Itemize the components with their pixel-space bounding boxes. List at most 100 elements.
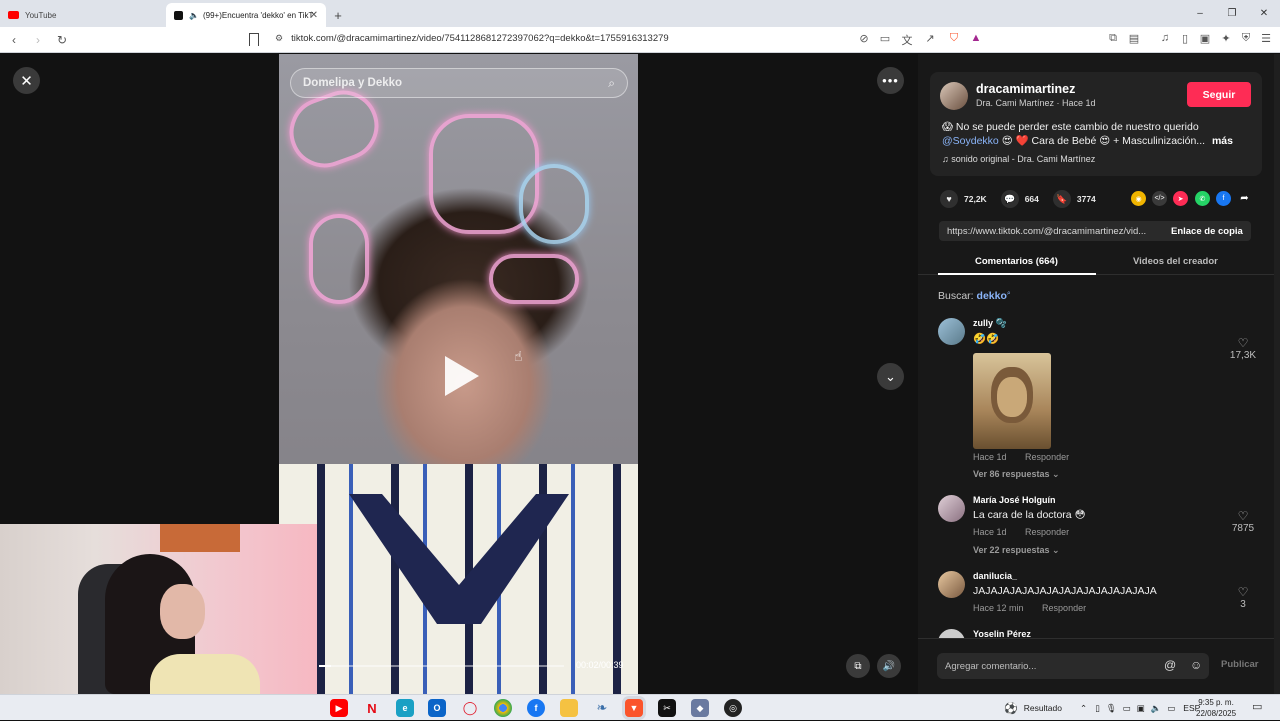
new-tab-button[interactable]: + [326, 3, 350, 27]
comment-like[interactable]: ♡ 7875 [1228, 509, 1258, 534]
video-player[interactable]: ⌕ ☝ [279, 54, 638, 694]
close-tab-icon[interactable]: ✕ [310, 10, 318, 21]
view-replies-button[interactable]: Ver 22 respuestas ⌄ [973, 545, 1060, 556]
comment-avatar[interactable] [938, 571, 965, 598]
sound-link[interactable]: ♫ sonido original - Dra. Cami Martínez [942, 154, 1095, 164]
no-translate-icon[interactable]: ⊘ [856, 32, 872, 45]
panel-scrollbar[interactable] [1274, 54, 1280, 694]
tab-youtube[interactable]: YouTube [0, 3, 166, 27]
menu-icon[interactable]: ☰ [1258, 32, 1274, 45]
follow-button[interactable]: Seguir [1187, 82, 1251, 107]
emoji-icon[interactable]: ☺ [1190, 658, 1202, 672]
back-icon[interactable]: ‹ [4, 33, 24, 47]
comment-like[interactable]: ♡ 17,3K [1228, 336, 1258, 361]
notifications-icon[interactable]: ▭ [1252, 700, 1262, 713]
netflix-app-icon[interactable]: N [363, 699, 381, 717]
obs-app-icon[interactable]: ◎ [724, 699, 742, 717]
battery-icon[interactable]: ▭ [1167, 703, 1175, 714]
file-explorer-app-icon[interactable] [560, 699, 578, 717]
restore-button[interactable]: ❐ [1216, 0, 1248, 27]
edge-app-icon[interactable]: e [396, 699, 414, 717]
embed-icon[interactable]: </> [1152, 191, 1167, 206]
comment-avatar[interactable] [938, 318, 965, 345]
network-icon[interactable]: ▣ [1137, 703, 1145, 714]
microphone-icon[interactable]: 🎙 [1106, 703, 1117, 714]
tab-comments[interactable]: Comentarios (664) [975, 256, 1058, 267]
comment-avatar[interactable] [938, 495, 965, 522]
caption-mention-link[interactable]: @Soydekko [942, 135, 999, 147]
vpn-icon[interactable]: ⛨ [1238, 32, 1254, 45]
youtube-app-icon[interactable]: ▶ [330, 699, 348, 717]
volume-button[interactable]: 🔊 [877, 654, 901, 678]
video-progress-bar[interactable] [319, 665, 564, 667]
facebook-icon[interactable]: f [1216, 191, 1231, 206]
video-search-bar[interactable]: ⌕ [290, 68, 628, 98]
reading-list-icon[interactable]: ▤ [1126, 32, 1142, 45]
music-icon[interactable]: ♫ [1157, 32, 1173, 44]
search-icon[interactable]: ⌕ [608, 76, 615, 91]
comment-like[interactable]: ♡ 3 [1228, 585, 1258, 610]
display-icon[interactable]: ▭ [1123, 703, 1131, 714]
leo-icon[interactable]: ✦ [1218, 32, 1234, 45]
opera-app-icon[interactable]: ◯ [461, 699, 479, 717]
comment-author[interactable]: danilucia_ [973, 571, 1017, 581]
outlook-app-icon[interactable]: O [428, 699, 446, 717]
whatsapp-icon[interactable]: ✆ [1195, 191, 1210, 206]
coin-share-icon[interactable]: ◉ [1131, 191, 1146, 206]
post-comment-button[interactable]: Publicar [1221, 659, 1259, 670]
like-action[interactable]: ♥ 72,2K [940, 190, 987, 208]
next-video-button[interactable]: ⌄ [877, 363, 904, 390]
brave-shield-icon[interactable]: ⛉ [946, 32, 962, 45]
video-search-input[interactable] [303, 77, 583, 89]
speaker-icon[interactable]: 🔈 [1151, 703, 1162, 714]
comment-author[interactable]: María José Holguín [973, 495, 1056, 505]
tab-tiktok[interactable]: 🔈 (99+)Encuentra 'dekko' en TikTok ✕ [166, 3, 326, 27]
clock[interactable]: 9:35 p. m. 22/08/2025 [1196, 697, 1236, 719]
translate-icon[interactable]: 文 [899, 32, 915, 48]
send-icon[interactable]: ➤ [1173, 191, 1188, 206]
share-icon[interactable]: ↗ [922, 32, 938, 45]
copy-link-button[interactable]: Enlace de copia [1171, 226, 1243, 237]
comment-author[interactable]: Yoselin Pérez [973, 629, 1031, 638]
sidebar-icon[interactable]: ▯ [1177, 32, 1193, 45]
site-settings-icon[interactable]: ⚙ [275, 33, 283, 44]
comment-author[interactable]: zully 🫧 [973, 318, 1007, 329]
play-icon[interactable] [445, 356, 479, 396]
caption-more-button[interactable]: más [1212, 135, 1233, 147]
more-options-button[interactable]: ••• [877, 67, 904, 94]
brave-rewards-icon[interactable]: ▲ [968, 32, 984, 44]
brave-app-icon[interactable]: ▼ [625, 699, 643, 717]
reply-button[interactable]: Responder [1042, 603, 1086, 613]
close-video-button[interactable]: ✕ [13, 67, 40, 94]
comment-image[interactable] [973, 353, 1051, 449]
chrome-app-icon[interactable] [494, 699, 512, 717]
creator-username[interactable]: dracamimartinez [976, 82, 1075, 96]
chevron-up-icon[interactable]: ⌃ [1080, 703, 1087, 714]
game-app-icon[interactable]: ◆ [691, 699, 709, 717]
capcut-app-icon[interactable]: ✂ [658, 699, 676, 717]
reload-icon[interactable]: ↻ [52, 33, 72, 47]
bird-app-icon[interactable]: ❧ [593, 699, 611, 717]
picture-in-picture-button[interactable]: ⧉ [846, 654, 870, 678]
tab-creator-videos[interactable]: Videos del creador [1133, 256, 1218, 267]
search-keyword-link[interactable]: dekko [977, 290, 1007, 302]
creator-avatar[interactable] [940, 82, 968, 110]
usb-icon[interactable]: ▯ [1095, 703, 1100, 714]
url-field[interactable]: ⚙ tiktok.com/@dracamimartinez/video/7541… [275, 33, 669, 44]
bookmark-icon[interactable] [249, 33, 259, 46]
comment-avatar[interactable] [938, 629, 965, 638]
extensions-icon[interactable]: ⧉ [1105, 32, 1121, 45]
facebook-app-icon[interactable]: f [527, 699, 545, 717]
close-window-button[interactable]: ✕ [1248, 0, 1280, 27]
save-action[interactable]: 🔖 3774 [1052, 190, 1096, 208]
reply-button[interactable]: Responder [1025, 527, 1069, 537]
share-arrow-icon[interactable]: ➦ [1237, 191, 1252, 206]
weather-widget[interactable]: ⚽ Resultado [1004, 695, 1062, 721]
view-replies-button[interactable]: Ver 86 respuestas ⌄ [973, 469, 1060, 480]
cast-icon[interactable]: ▭ [877, 32, 893, 45]
minimize-button[interactable]: – [1184, 0, 1216, 27]
mention-icon[interactable]: @ [1164, 658, 1176, 672]
comment-action[interactable]: 💬 664 [1000, 190, 1039, 208]
forward-icon[interactable]: › [28, 33, 48, 47]
reply-button[interactable]: Responder [1025, 452, 1069, 462]
